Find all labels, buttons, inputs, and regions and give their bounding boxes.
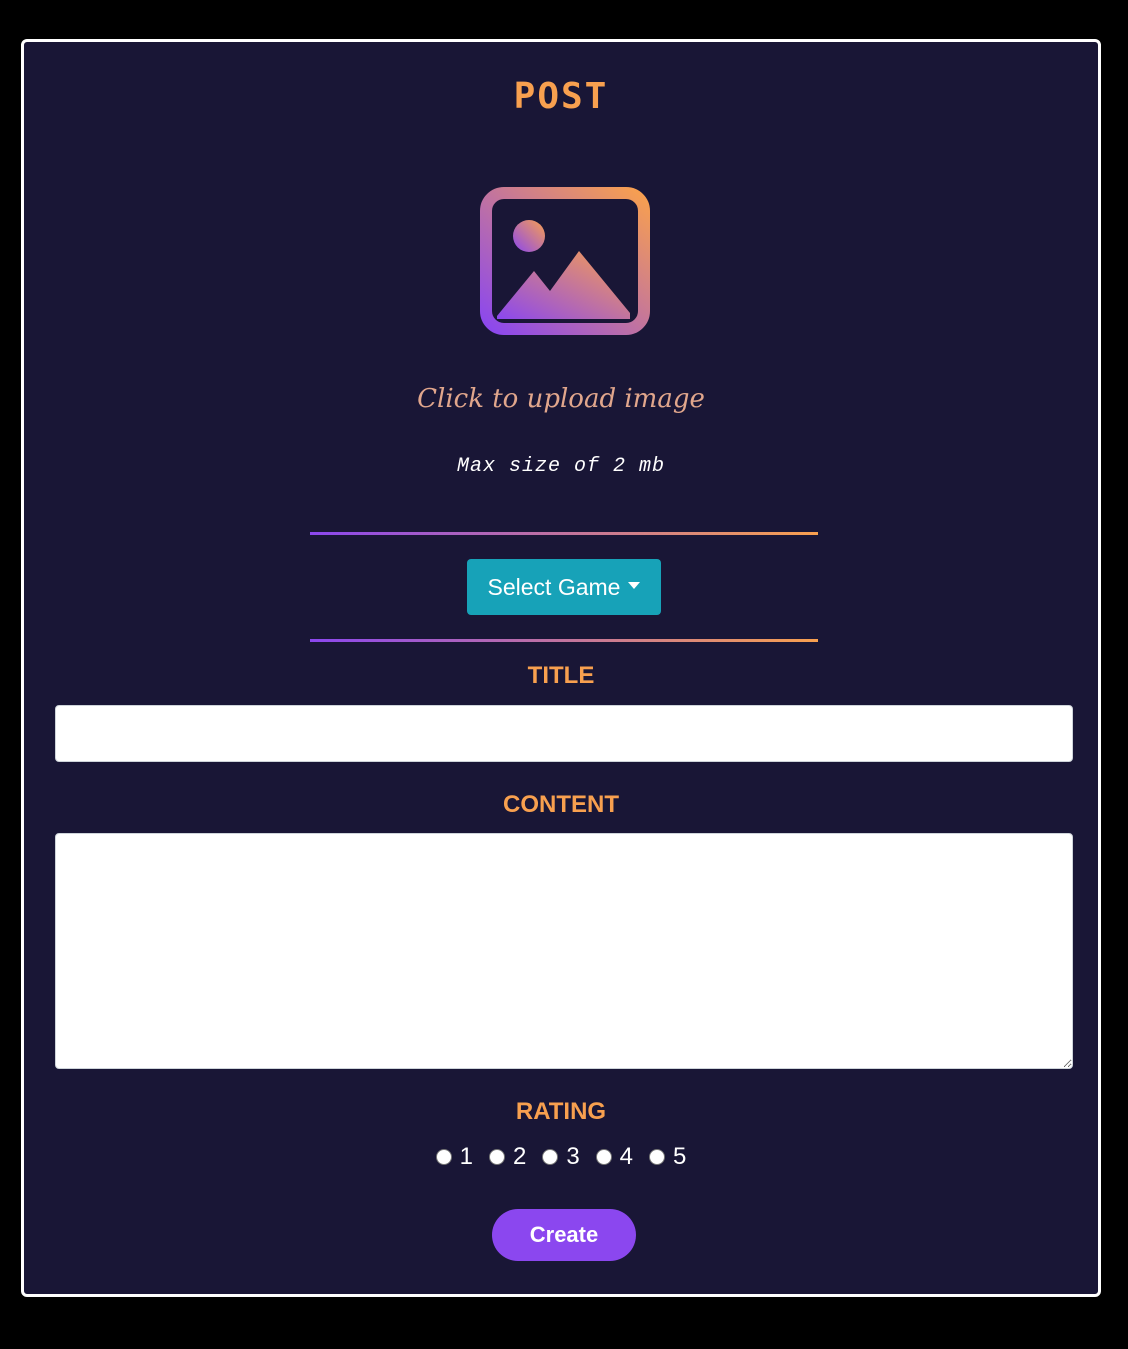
divider-bottom	[310, 639, 818, 642]
rating-option-1[interactable]: 1	[435, 1143, 473, 1171]
image-icon[interactable]	[480, 187, 650, 335]
rating-option-3[interactable]: 3	[542, 1143, 580, 1171]
title-label: TITLE	[527, 662, 595, 689]
rating-option-2[interactable]: 2	[488, 1143, 526, 1171]
content-label: CONTENT	[503, 791, 619, 818]
rating-radio-5[interactable]	[649, 1149, 666, 1165]
post-form-card: POST Click to upload image Max size of 2…	[21, 39, 1101, 1297]
form-heading: POST	[513, 76, 609, 117]
rating-option-5[interactable]: 5	[649, 1143, 686, 1171]
create-button[interactable]: Create	[492, 1209, 636, 1261]
title-input[interactable]	[55, 705, 1073, 762]
select-game-label: Select Game	[487, 573, 621, 600]
rating-label: RATING	[515, 1098, 607, 1125]
caret-down-icon	[628, 581, 641, 589]
divider-top	[310, 532, 818, 535]
rating-radio-1[interactable]	[435, 1149, 452, 1165]
content-textarea[interactable]	[55, 833, 1073, 1069]
upload-prompt[interactable]: Click to upload image	[24, 384, 1098, 414]
upload-size-hint: Max size of 2 mb	[456, 455, 666, 478]
rating-option-4[interactable]: 4	[595, 1143, 633, 1171]
rating-radio-4[interactable]	[595, 1149, 612, 1165]
rating-radio-3[interactable]	[542, 1149, 559, 1165]
rating-radio-2[interactable]	[488, 1149, 505, 1165]
select-game-dropdown[interactable]: Select Game	[467, 559, 661, 615]
rating-options: 1 2 3 4 5	[24, 1143, 1098, 1171]
